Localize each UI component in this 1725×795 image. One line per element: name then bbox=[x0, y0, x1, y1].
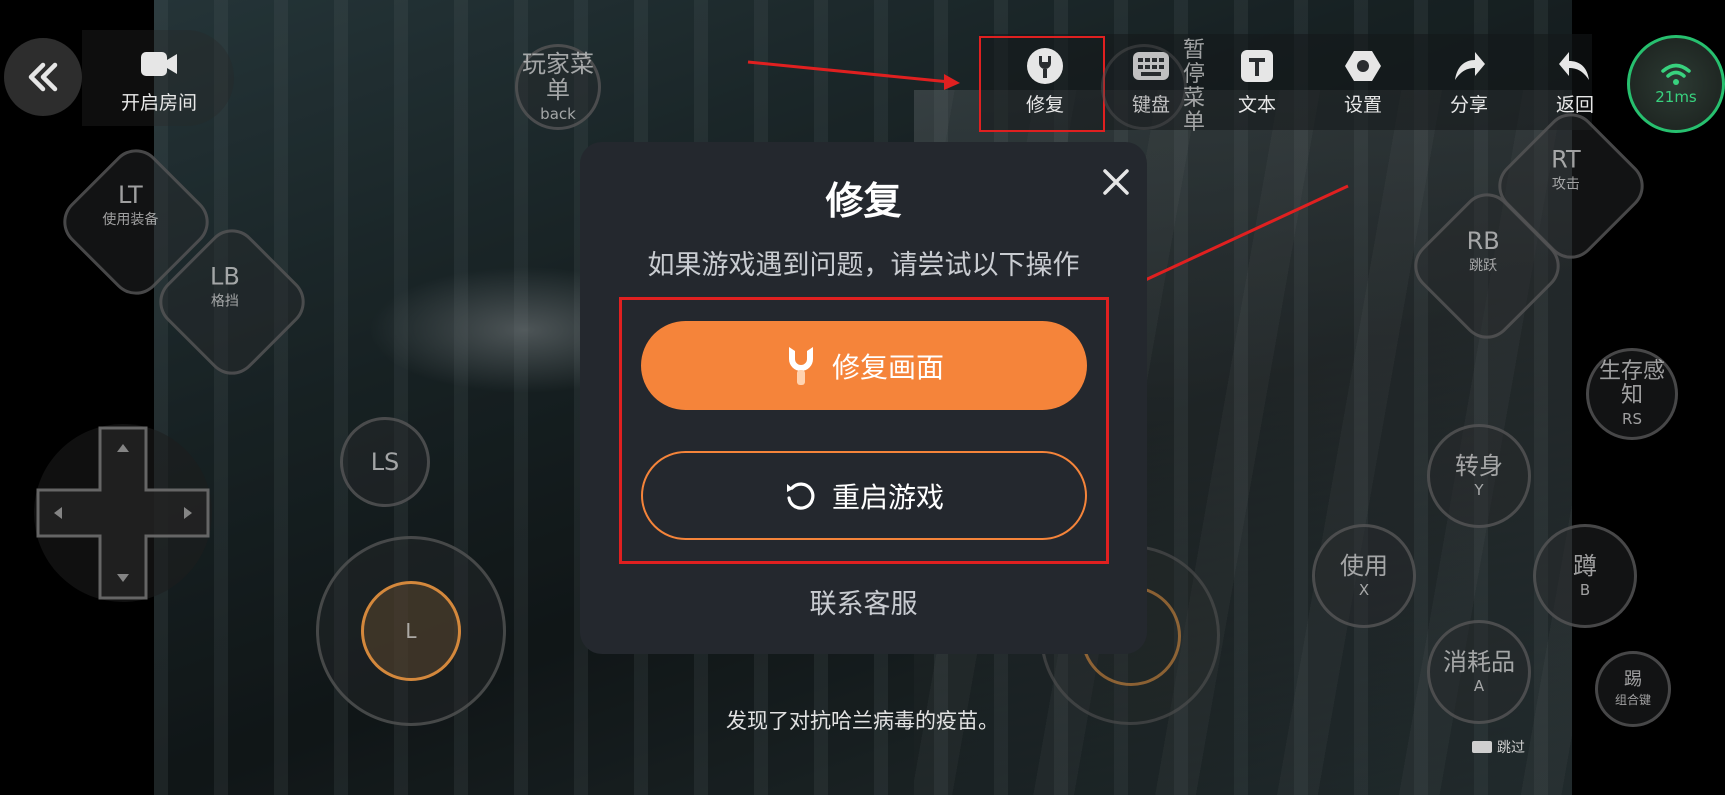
player-menu-button[interactable]: 玩家菜单 back bbox=[515, 44, 601, 130]
lt-sub: 使用装备 bbox=[102, 212, 159, 229]
skip-hint[interactable]: 跳过 bbox=[1472, 737, 1525, 757]
b-button[interactable]: 蹲 B bbox=[1533, 524, 1637, 628]
buttons-highlight-box bbox=[619, 297, 1109, 564]
lt-label: LT bbox=[117, 181, 143, 210]
skip-label: 跳过 bbox=[1497, 740, 1525, 756]
b-label: 蹲 bbox=[1573, 551, 1597, 580]
lb-sub: 格挡 bbox=[210, 293, 239, 310]
game-subtitle: 发现了对抗哈兰病毒的疫苗。 bbox=[726, 709, 999, 733]
close-button[interactable] bbox=[1094, 160, 1138, 204]
keyboard-key-icon bbox=[1472, 741, 1492, 753]
player-menu-sub: back bbox=[540, 105, 576, 124]
rb-label: RB bbox=[1466, 226, 1500, 255]
rb-sub: 跳跃 bbox=[1469, 257, 1498, 274]
player-menu-label: 玩家菜单 bbox=[522, 49, 594, 104]
y-button[interactable]: 转身 Y bbox=[1427, 424, 1531, 528]
rs-button[interactable]: 生存感知 RS bbox=[1586, 348, 1678, 440]
dialog-subtitle: 如果游戏遇到问题，请尝试以下操作 bbox=[647, 250, 1080, 281]
x-label: 使用 bbox=[1340, 551, 1388, 580]
rt-label: RT bbox=[1551, 145, 1581, 174]
lb-label: LB bbox=[209, 262, 240, 291]
rs-label: 生存感知 bbox=[1598, 358, 1665, 408]
contact-support-link[interactable]: 联系客服 bbox=[580, 582, 1147, 621]
ls-button[interactable]: LS bbox=[340, 417, 430, 507]
dialog-title: 修复 bbox=[825, 179, 902, 223]
game-stream-screen: 开启房间 修复 键盘 文本 设置 分享 返回 21ms 玩家菜单 back 暂停… bbox=[0, 0, 1725, 795]
dpad-icon bbox=[36, 426, 210, 600]
left-stick-label: L bbox=[405, 619, 417, 643]
close-icon bbox=[1103, 169, 1129, 195]
left-stick[interactable]: L bbox=[316, 536, 506, 726]
ls-label: LS bbox=[370, 447, 400, 476]
x-button[interactable]: 使用 X bbox=[1312, 524, 1416, 628]
dpad[interactable] bbox=[34, 424, 212, 602]
x-sub: X bbox=[1358, 581, 1370, 600]
y-label: 转身 bbox=[1455, 451, 1503, 480]
rt-sub: 攻击 bbox=[1551, 176, 1580, 193]
b-sub: B bbox=[1579, 581, 1591, 600]
left-stick-knob[interactable]: L bbox=[361, 581, 461, 681]
kick-label: 踢 bbox=[1624, 668, 1642, 690]
pause-menu-button[interactable]: 暂停菜单 bbox=[1101, 38, 1205, 135]
rs-sub: RS bbox=[1622, 410, 1642, 429]
pause-menu-label: 暂停菜单 bbox=[1183, 37, 1206, 136]
y-sub: Y bbox=[1474, 481, 1484, 500]
a-label: 消耗品 bbox=[1443, 647, 1515, 676]
a-sub: A bbox=[1473, 677, 1485, 696]
